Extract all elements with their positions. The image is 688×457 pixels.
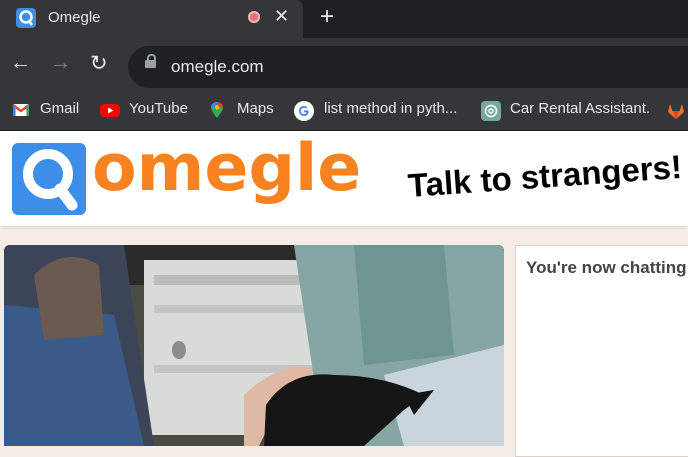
gitlab-icon[interactable] xyxy=(666,101,684,119)
google-icon xyxy=(294,101,314,121)
new-tab-button[interactable]: + xyxy=(320,3,334,31)
bookmark-car-rental[interactable]: Car Rental Assistant. xyxy=(510,100,650,117)
webcam-video xyxy=(4,245,504,446)
lock-icon[interactable] xyxy=(145,60,156,68)
omegle-logo-icon[interactable] xyxy=(12,143,86,220)
bookmark-maps[interactable]: Maps xyxy=(237,100,274,117)
omegle-wordmark[interactable]: omegle xyxy=(92,131,361,206)
bookmark-list-method[interactable]: list method in pyth... xyxy=(324,100,457,117)
bookmark-youtube[interactable]: YouTube xyxy=(129,100,188,117)
omegle-favicon-icon xyxy=(16,8,36,28)
bookmark-gmail[interactable]: Gmail xyxy=(40,100,79,117)
youtube-icon xyxy=(100,101,120,119)
chat-status-message: You're now chatting xyxy=(526,258,687,277)
back-button[interactable]: ← xyxy=(10,51,31,75)
tab-close-button[interactable]: ✕ xyxy=(274,6,289,27)
reload-button[interactable]: ↻ xyxy=(90,51,108,76)
maps-icon xyxy=(209,101,227,119)
chatgpt-icon xyxy=(481,101,501,121)
tab-title: Omegle xyxy=(48,9,101,26)
forward-button[interactable]: → xyxy=(50,51,71,75)
gmail-icon xyxy=(12,101,30,119)
url-text[interactable]: omegle.com xyxy=(171,57,264,77)
recording-indicator-icon xyxy=(248,11,260,23)
